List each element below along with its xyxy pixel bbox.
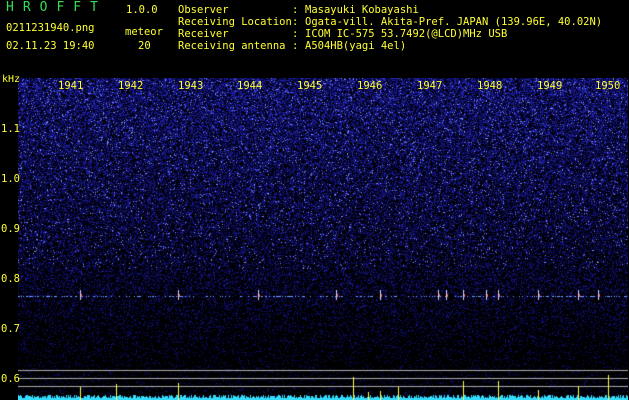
image-filename: 0211231940.png xyxy=(6,22,95,34)
freq-unit-label: kHz xyxy=(2,74,21,85)
time-label: 1945 xyxy=(297,80,323,92)
freq-label: 0.6 xyxy=(1,373,20,385)
freq-label: 0.8 xyxy=(1,273,20,285)
time-label: 1948 xyxy=(477,80,503,92)
info-key-antenna: Receiving antenna xyxy=(178,40,286,52)
info-colon: : xyxy=(292,16,299,28)
hrofft-window: HROFFT 1.0.0 0211231940.png 02.11.23 19:… xyxy=(0,0,629,400)
info-colon: : xyxy=(292,40,299,52)
freq-label: 1.0 xyxy=(1,173,20,185)
meteor-count: 20 xyxy=(138,40,151,52)
info-colon: : xyxy=(292,28,299,40)
freq-label: 1.1 xyxy=(1,123,20,135)
time-label: 1943 xyxy=(178,80,204,92)
app-name: HROFFT xyxy=(6,0,107,15)
time-label: 1942 xyxy=(118,80,144,92)
info-value-observer: Masayuki Kobayashi xyxy=(305,4,419,16)
freq-label: 0.7 xyxy=(1,323,20,335)
app-version: 1.0.0 xyxy=(126,4,158,16)
info-key-observer: Observer xyxy=(178,4,229,16)
time-label: 1949 xyxy=(537,80,563,92)
meteor-label: meteor xyxy=(125,26,163,38)
capture-datetime: 02.11.23 19:40 xyxy=(6,40,95,52)
time-label: 1947 xyxy=(417,80,443,92)
info-value-location: Ogata-vill. Akita-Pref. JAPAN (139.96E, … xyxy=(305,16,603,28)
time-label: 1941 xyxy=(58,80,84,92)
info-value-antenna: A504HB(yagi 4el) xyxy=(305,40,407,52)
time-label: 1944 xyxy=(237,80,263,92)
info-value-receiver: ICOM IC-575 53.7492(@LCD)MHz USB xyxy=(305,28,508,40)
freq-label: 0.9 xyxy=(1,223,20,235)
time-label: 1946 xyxy=(357,80,383,92)
time-label: 1950 xyxy=(595,80,621,92)
info-key-receiver: Receiver xyxy=(178,28,229,40)
info-colon: : xyxy=(292,4,299,16)
spectrogram-canvas xyxy=(18,78,628,400)
info-key-location: Receiving Location xyxy=(178,16,292,28)
